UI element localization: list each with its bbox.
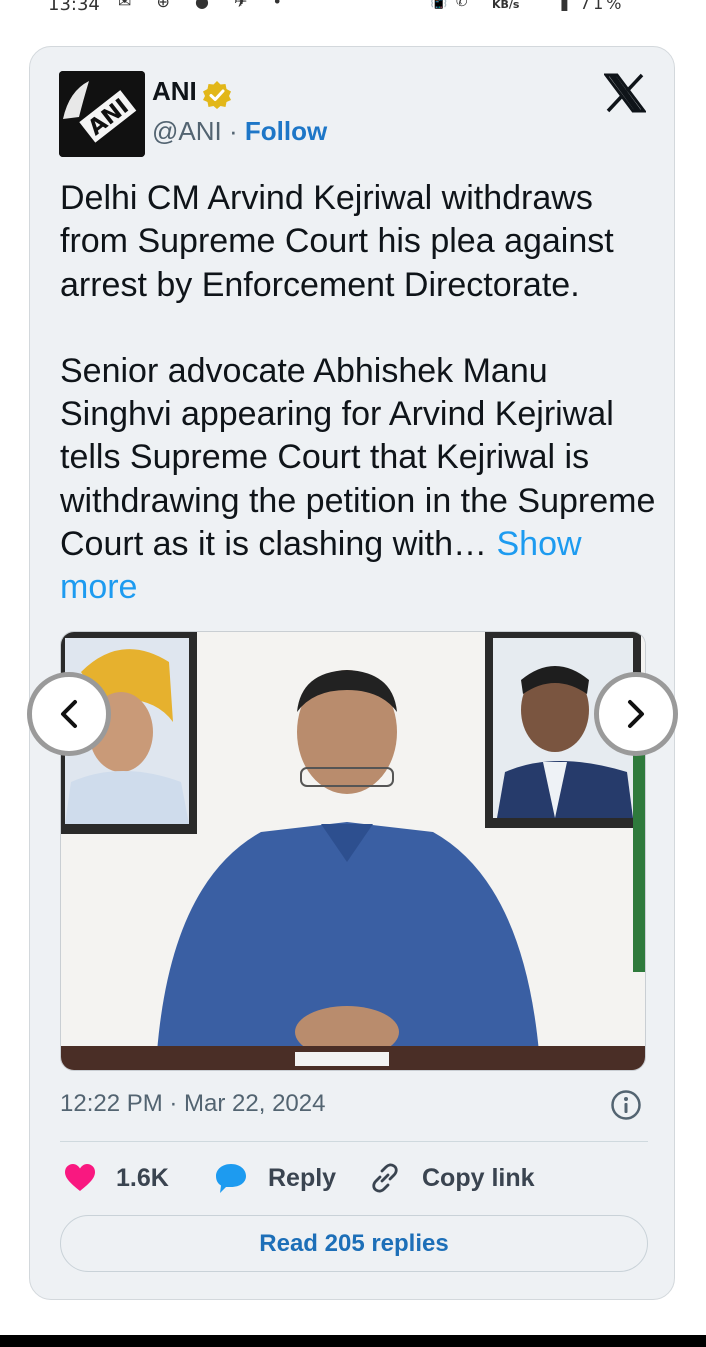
tweet-paragraph: Delhi CM Arvind Kejriwal withdraws from … (60, 179, 614, 304)
battery-indicator: ▮ 71% (560, 0, 624, 13)
battery-icon: ▮ (560, 0, 572, 13)
tweet-media-image[interactable] (60, 631, 646, 1071)
tweet-text: Delhi CM Arvind Kejriwal withdraws from … (60, 177, 660, 610)
carousel-prev-button[interactable] (27, 672, 111, 756)
navigation-bar (0, 1335, 706, 1347)
like-count: 1.6K (116, 1163, 169, 1192)
reply-button[interactable]: Reply (214, 1158, 336, 1198)
follow-button[interactable]: Follow (245, 116, 327, 146)
copy-link-label: Copy link (422, 1163, 535, 1192)
ani-logo-icon: ANI (59, 71, 145, 157)
avatar[interactable]: ANI (59, 71, 145, 157)
handle-separator: · (228, 116, 238, 146)
author-handle-line: @ANI · Follow (152, 116, 327, 147)
copy-link-button[interactable]: Copy link (368, 1158, 535, 1198)
divider (60, 1141, 648, 1142)
read-replies-button[interactable]: Read 205 replies (60, 1215, 648, 1272)
reply-label: Reply (268, 1163, 337, 1192)
photo-illustration (61, 632, 645, 1070)
x-logo-icon[interactable] (604, 73, 646, 113)
chevron-right-icon (628, 700, 644, 728)
network-speed: KB/s (492, 0, 520, 11)
status-time: 13:34 (48, 0, 100, 14)
info-icon[interactable] (610, 1089, 642, 1121)
reply-bubble-icon (216, 1164, 246, 1193)
author-handle[interactable]: @ANI (152, 116, 222, 146)
link-icon (372, 1163, 398, 1193)
carousel-next-button[interactable] (594, 672, 678, 756)
status-bar: 13:34 ✉ ⊕ ● ✈ • 📳 ✆ KB/s ▮ 71% (0, 0, 706, 14)
battery-level: 71% (579, 0, 625, 13)
tweet-paragraph: Senior advocate Abhishek Manu Singhvi ap… (60, 350, 660, 610)
notification-icons: ✉ ⊕ ● ✈ • (118, 0, 292, 11)
heart-icon (65, 1164, 95, 1191)
chevron-left-icon (61, 700, 77, 728)
verified-badge-icon (203, 81, 231, 109)
tweet-timestamp[interactable]: 12:22 PM · Mar 22, 2024 (60, 1090, 325, 1118)
like-button[interactable]: 1.6K (64, 1158, 169, 1198)
signal-icons: 📳 ✆ (430, 0, 470, 10)
author-name[interactable]: ANI (152, 76, 197, 107)
